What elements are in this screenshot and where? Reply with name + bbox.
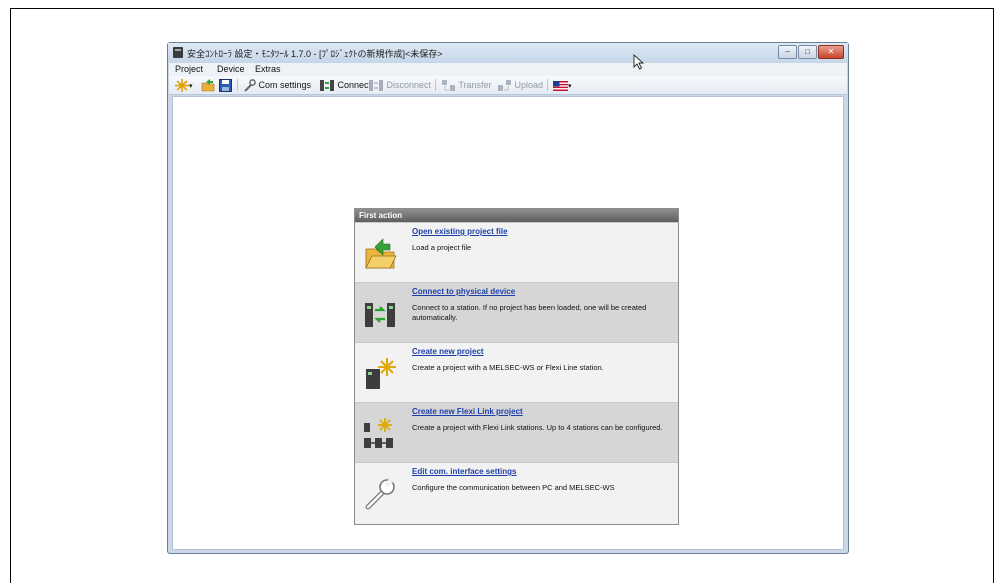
action-open-project[interactable]: Open existing project file Load a projec… — [355, 222, 678, 282]
new-project-icon — [366, 358, 396, 389]
menu-device[interactable]: Device — [217, 64, 245, 74]
open-folder-icon — [365, 238, 397, 269]
disconnect-button[interactable]: Disconnect — [368, 79, 431, 92]
wrench-icon — [244, 79, 256, 92]
close-button[interactable]: ✕ — [818, 45, 844, 59]
action-title[interactable]: Connect to physical device — [412, 287, 515, 296]
action-description: Connect to a station. If no project has … — [412, 303, 647, 322]
device-connect-icon — [365, 303, 395, 327]
content-area: First action Open existing project file … — [172, 96, 844, 550]
toolbar-separator — [547, 79, 548, 91]
com-settings-label: Com settings — [258, 80, 312, 90]
upload-button[interactable]: Upload — [497, 79, 543, 92]
menu-extras[interactable]: Extras — [255, 64, 281, 74]
transfer-label: Transfer — [458, 80, 492, 90]
connect-label: Connect — [337, 80, 372, 90]
action-title[interactable]: Create new Flexi Link project — [412, 407, 523, 416]
action-description: Create a project with a MELSEC-WS or Fle… — [412, 363, 604, 372]
action-description: Create a project with Flexi Link station… — [412, 423, 663, 432]
title-bar[interactable]: 安全ｺﾝﾄﾛｰﾗ 設定・ﾓﾆﾀﾂｰﾙ 1.7.0 - [ﾌﾟﾛｼﾞｪｸﾄの新規作… — [168, 43, 848, 63]
upload-icon — [498, 80, 511, 92]
toolbar-separator — [435, 79, 436, 91]
mouse-cursor-icon — [633, 54, 645, 70]
chevron-down-icon: ▾ — [568, 83, 572, 90]
menu-bar: Project Device Extras — [169, 63, 847, 76]
open-button[interactable] — [201, 79, 215, 92]
toolbar: ▾ Com settings Connect Disconnect Transf… — [169, 76, 847, 95]
save-disk-icon — [219, 79, 232, 93]
new-project-button[interactable]: ▾ — [175, 79, 193, 93]
menu-project[interactable]: Project — [175, 64, 203, 74]
action-create-project[interactable]: Create new project Create a project with… — [355, 342, 678, 402]
us-flag-icon — [553, 80, 568, 91]
transfer-button[interactable]: Transfer — [441, 79, 492, 92]
connect-icon — [320, 80, 334, 92]
maximize-button[interactable]: □ — [798, 45, 817, 59]
transfer-icon — [442, 80, 455, 92]
save-button[interactable] — [219, 79, 232, 93]
flexi-link-icon — [364, 418, 393, 448]
open-folder-icon — [201, 79, 215, 92]
action-title[interactable]: Create new project — [412, 347, 484, 356]
action-title[interactable]: Edit com. interface settings — [412, 467, 516, 476]
toolbar-separator — [237, 79, 238, 91]
disconnect-icon — [369, 80, 383, 92]
action-create-flexi-link[interactable]: Create new Flexi Link project Create a p… — [355, 402, 678, 462]
action-edit-com-settings[interactable]: Edit com. interface settings Configure t… — [355, 462, 678, 524]
minimize-button[interactable]: – — [778, 45, 797, 59]
window-title: 安全ｺﾝﾄﾛｰﾗ 設定・ﾓﾆﾀﾂｰﾙ 1.7.0 - [ﾌﾟﾛｼﾞｪｸﾄの新規作… — [187, 49, 443, 59]
wrench-icon — [365, 478, 395, 510]
upload-label: Upload — [514, 80, 544, 90]
app-icon — [173, 47, 183, 58]
action-description: Load a project file — [412, 243, 472, 252]
action-description: Configure the communication between PC a… — [412, 483, 615, 492]
disconnect-label: Disconnect — [386, 80, 432, 90]
panel-header: First action — [355, 209, 678, 222]
first-action-panel: First action Open existing project file … — [354, 208, 679, 525]
com-settings-button[interactable]: Com settings — [243, 79, 311, 92]
action-connect-device[interactable]: Connect to physical device Connect to a … — [355, 282, 678, 342]
language-dropdown[interactable]: ▾ — [553, 79, 572, 92]
connect-button[interactable]: Connect — [319, 79, 371, 92]
app-window: 安全ｺﾝﾄﾛｰﾗ 設定・ﾓﾆﾀﾂｰﾙ 1.7.0 - [ﾌﾟﾛｼﾞｪｸﾄの新規作… — [167, 42, 849, 554]
new-star-icon — [175, 79, 189, 93]
action-title[interactable]: Open existing project file — [412, 227, 508, 236]
